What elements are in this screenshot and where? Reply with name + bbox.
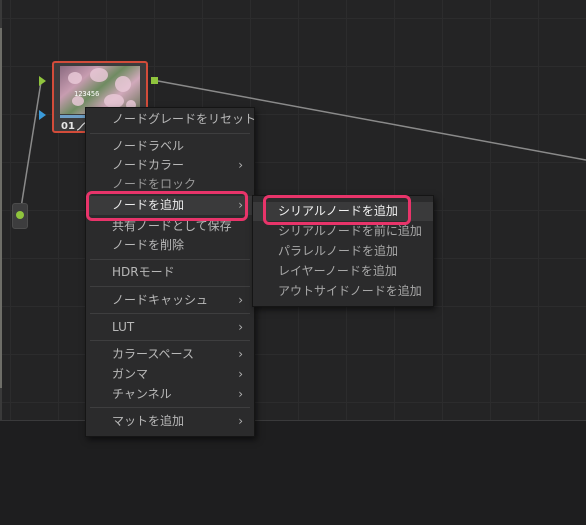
chevron-right-icon: › [238,414,243,428]
menu-separator [90,133,250,134]
menu-item-node-label[interactable]: ノードラベル [86,137,254,156]
source-input-node[interactable] [12,203,28,229]
chevron-right-icon: › [238,320,243,334]
thumbnail-timecode: 123456 [74,90,100,98]
menu-item-label: レイヤーノードを追加 [278,264,397,278]
highlight-box-add-serial-node [263,195,411,225]
menu-item-label: HDRモード [112,265,175,279]
menu-separator [90,340,250,341]
menu-item-label: ノードカラー [112,158,185,172]
menu-separator [90,313,250,314]
chevron-right-icon: › [238,347,243,361]
node-rgb-input-port[interactable] [39,76,46,86]
node-context-menu: ノードグレードをリセット ノードラベル ノードカラー › ノードをロック ノードを… [85,107,257,437]
menu-item-node-color[interactable]: ノードカラー › [86,156,254,175]
menu-item-label: マットを追加 [112,414,185,428]
menu-item-label: ノードラベル [112,139,185,153]
menu-item-label: 共有ノードとして保存 [112,219,232,233]
menu-item-label: チャンネル [112,387,172,401]
menu-item-label: ノードを削除 [112,238,185,252]
chevron-right-icon: › [238,293,243,307]
menu-separator [90,407,250,408]
chevron-right-icon: › [238,367,243,381]
menu-item-reset-node-grade[interactable]: ノードグレードをリセット [86,110,257,129]
menu-item-lut[interactable]: LUT › [86,318,254,337]
node-key-input-port[interactable] [39,110,46,120]
chevron-right-icon: › [238,158,243,172]
menu-item-label: パラレルノードを追加 [278,244,399,258]
menu-item-gamma[interactable]: ガンマ › [86,365,254,384]
menu-item-label: ノードグレードをリセット [112,112,257,126]
menu-item-color-space[interactable]: カラースペース › [86,345,254,364]
menu-item-delete-node[interactable]: ノードを削除 [86,236,254,255]
menu-item-label: ノードをロック [112,177,197,191]
submenu-item-add-parallel-node[interactable]: パラレルノードを追加 [253,242,433,261]
menu-item-channel[interactable]: チャンネル › [86,385,254,404]
submenu-item-add-layer-node[interactable]: レイヤーノードを追加 [253,262,433,281]
node-rgb-output-port[interactable] [151,77,158,84]
menu-item-label: シリアルノードを前に追加 [278,224,422,238]
chevron-right-icon: › [238,387,243,401]
menu-item-label: カラースペース [112,347,194,361]
menu-separator [90,259,250,260]
menu-separator [90,286,250,287]
menu-item-label: ガンマ [112,367,149,381]
menu-item-label: アウトサイドノードを追加 [278,284,422,298]
highlight-box-add-node [86,191,248,221]
submenu-item-add-outside-node[interactable]: アウトサイドノードを追加 [253,282,433,301]
menu-item-label: ノードキャッシュ [112,293,209,307]
source-output-port[interactable] [16,211,24,219]
menu-item-add-matte[interactable]: マットを追加 › [86,412,254,431]
menu-item-node-cache[interactable]: ノードキャッシュ › [86,291,254,310]
menu-item-label: LUT [112,320,135,334]
menu-item-hdr-mode[interactable]: HDRモード [86,263,254,282]
node-number-label: 01 [61,121,75,132]
input-connection-line [19,81,42,215]
